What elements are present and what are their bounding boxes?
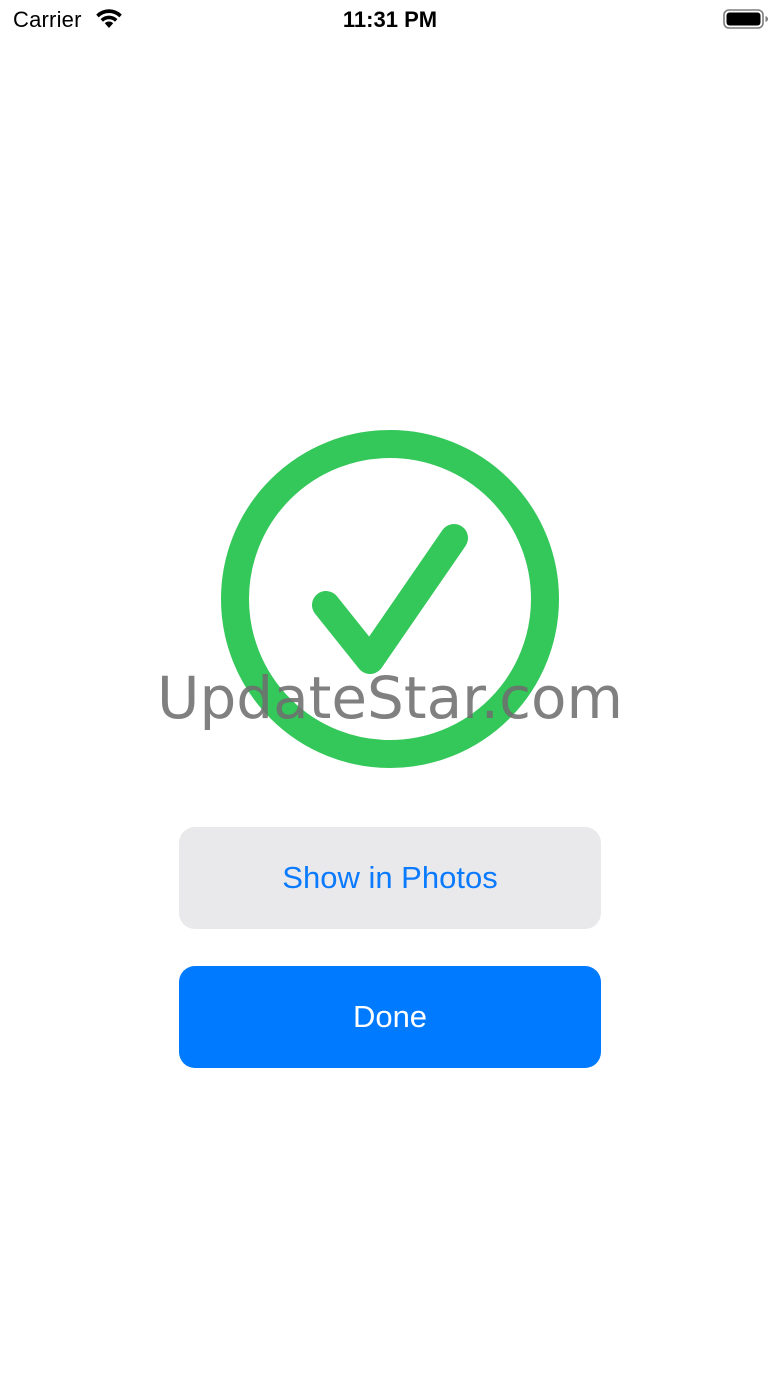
done-button[interactable]: Done — [179, 966, 601, 1068]
status-time: 11:31 PM — [342, 7, 438, 32]
battery-icon — [723, 8, 769, 30]
watermark: UpdateStar.com — [157, 664, 623, 732]
show-in-photos-button[interactable]: Show in Photos — [179, 827, 601, 929]
status-bar: Carrier 11:31 PM — [0, 0, 780, 40]
